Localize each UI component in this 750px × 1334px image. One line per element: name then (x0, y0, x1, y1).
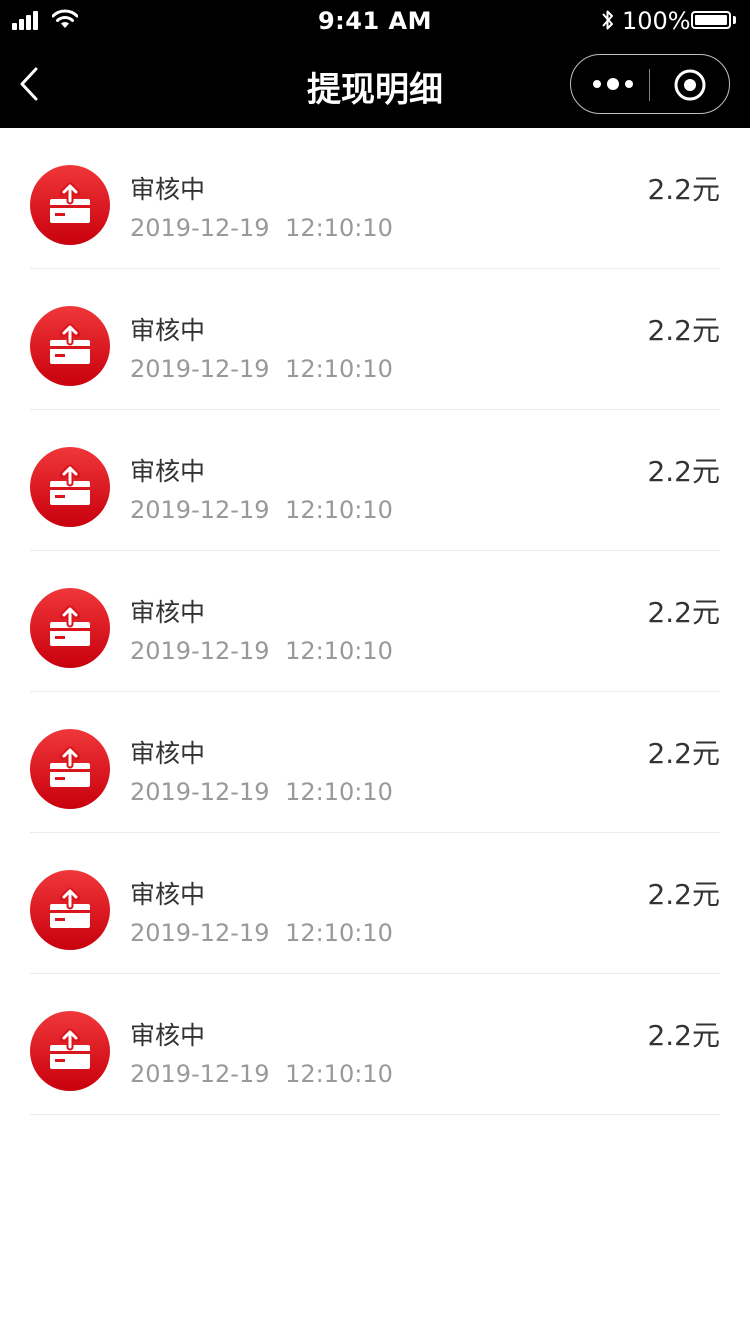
record-date: 2019-12-19 (130, 637, 270, 665)
record-datetime: 2019-12-19 12:10:10 (130, 919, 393, 947)
battery-icon (691, 11, 731, 29)
record-status: 审核中 (130, 457, 206, 486)
withdraw-record-list: 审核中 2019-12-19 12:10:10 2.2元 审核中 2019-12… (0, 128, 750, 1115)
withdraw-record-row[interactable]: 审核中 2019-12-19 12:10:10 2.2元 (30, 551, 720, 692)
top-bar: 9:41 AM 100% 提现明细 (0, 0, 750, 128)
record-date: 2019-12-19 (130, 919, 270, 947)
record-status: 审核中 (130, 316, 206, 345)
withdraw-record-row[interactable]: 审核中 2019-12-19 12:10:10 2.2元 (30, 974, 720, 1115)
record-time: 12:10:10 (285, 214, 393, 242)
record-datetime: 2019-12-19 12:10:10 (130, 778, 393, 806)
record-datetime: 2019-12-19 12:10:10 (130, 1060, 393, 1088)
close-miniprogram-icon[interactable] (673, 68, 707, 102)
record-date: 2019-12-19 (130, 496, 270, 524)
record-date: 2019-12-19 (130, 355, 270, 383)
record-amount: 2.2元 (647, 878, 720, 911)
record-time: 12:10:10 (285, 919, 393, 947)
withdraw-icon (30, 1011, 110, 1091)
more-icon[interactable] (589, 67, 637, 101)
record-time: 12:10:10 (285, 355, 393, 383)
withdraw-icon (30, 447, 110, 527)
record-status: 审核中 (130, 880, 206, 909)
record-amount: 2.2元 (647, 173, 720, 206)
capsule-divider (649, 69, 650, 101)
record-time: 12:10:10 (285, 1060, 393, 1088)
bluetooth-icon (602, 10, 613, 30)
record-status: 审核中 (130, 175, 206, 204)
record-status: 审核中 (130, 739, 206, 768)
record-amount: 2.2元 (647, 455, 720, 488)
record-date: 2019-12-19 (130, 1060, 270, 1088)
withdraw-icon (30, 588, 110, 668)
withdraw-icon (30, 870, 110, 950)
withdraw-record-row[interactable]: 审核中 2019-12-19 12:10:10 2.2元 (30, 410, 720, 551)
record-datetime: 2019-12-19 12:10:10 (130, 355, 393, 383)
record-datetime: 2019-12-19 12:10:10 (130, 214, 393, 242)
record-date: 2019-12-19 (130, 214, 270, 242)
withdraw-record-row[interactable]: 审核中 2019-12-19 12:10:10 2.2元 (30, 128, 720, 269)
record-amount: 2.2元 (647, 737, 720, 770)
record-time: 12:10:10 (285, 778, 393, 806)
record-amount: 2.2元 (647, 314, 720, 347)
withdraw-record-row[interactable]: 审核中 2019-12-19 12:10:10 2.2元 (30, 269, 720, 410)
record-time: 12:10:10 (285, 496, 393, 524)
withdraw-icon (30, 306, 110, 386)
withdraw-record-row[interactable]: 审核中 2019-12-19 12:10:10 2.2元 (30, 833, 720, 974)
withdraw-record-row[interactable]: 审核中 2019-12-19 12:10:10 2.2元 (30, 692, 720, 833)
record-time: 12:10:10 (285, 637, 393, 665)
capsule-menu (570, 54, 730, 114)
record-amount: 2.2元 (647, 596, 720, 629)
record-datetime: 2019-12-19 12:10:10 (130, 637, 393, 665)
record-datetime: 2019-12-19 12:10:10 (130, 496, 393, 524)
withdraw-icon (30, 729, 110, 809)
battery-percent: 100% (622, 7, 691, 35)
record-status: 审核中 (130, 598, 206, 627)
record-status: 审核中 (130, 1021, 206, 1050)
status-bar: 9:41 AM 100% (0, 0, 750, 40)
nav-bar: 提现明细 (0, 40, 750, 128)
withdraw-icon (30, 165, 110, 245)
record-date: 2019-12-19 (130, 778, 270, 806)
record-amount: 2.2元 (647, 1019, 720, 1052)
